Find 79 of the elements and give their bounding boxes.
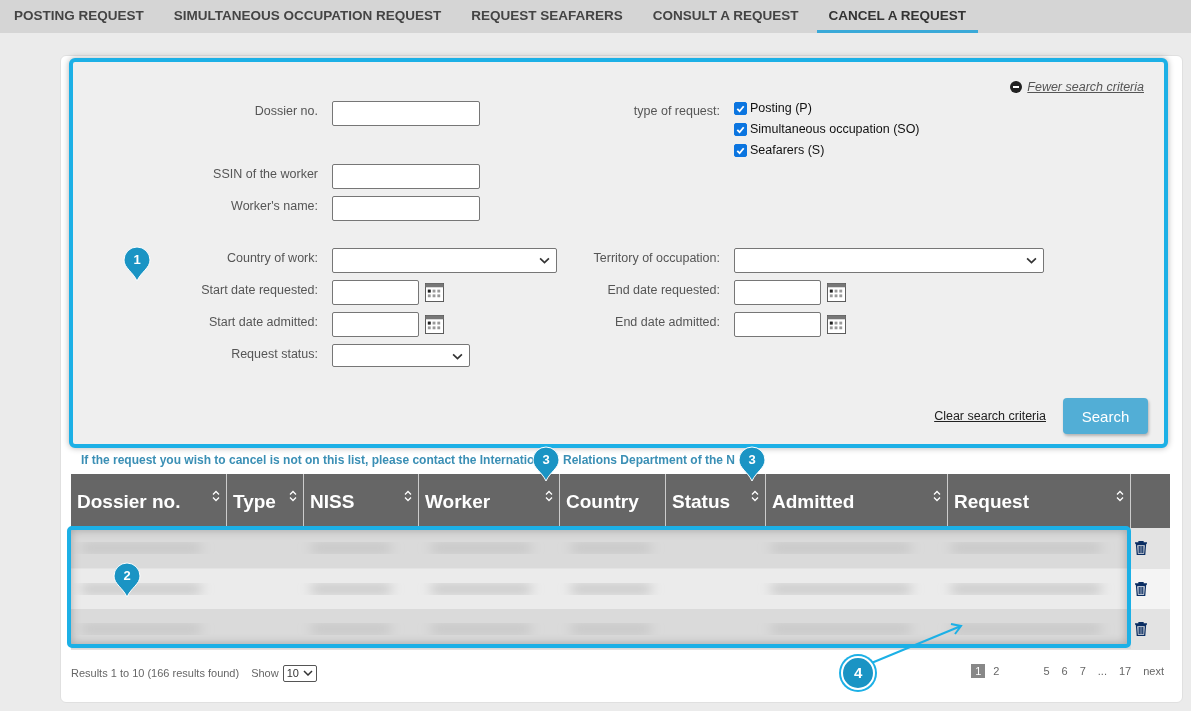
clear-criteria-link[interactable]: Clear search criteria [934, 409, 1046, 423]
field-label: type of request: [633, 103, 720, 118]
field-label: Worker's name: [231, 198, 318, 213]
sort-icon[interactable] [751, 490, 759, 502]
callout-pin: 2 [113, 562, 141, 598]
callout-pin: 3 [738, 446, 766, 482]
field-label: Start date requested: [201, 282, 318, 297]
dropdown[interactable] [332, 248, 557, 273]
sort-icon[interactable] [212, 490, 220, 502]
tab[interactable]: POSTING REQUEST [2, 0, 156, 33]
dropdown[interactable] [332, 344, 470, 367]
notice-text: Relations Department of the N [563, 453, 736, 469]
chevron-icon [302, 670, 313, 676]
callout-pin: 1 [123, 246, 151, 282]
checkbox[interactable] [734, 101, 747, 115]
chevron-icon [452, 353, 463, 360]
checkbox-label: Seafarers (S) [750, 143, 825, 157]
collapse-icon[interactable] [1010, 81, 1023, 93]
tab[interactable]: CANCEL A REQUEST [816, 0, 979, 33]
field-label: Territory of occupation: [593, 250, 720, 265]
field-label: Request status: [231, 346, 318, 361]
show-label: Show [251, 667, 279, 679]
column-header[interactable]: Status [672, 491, 731, 512]
column-header[interactable]: Type [233, 491, 276, 512]
column-header[interactable]: Country [566, 491, 639, 512]
results-count: Results 1 to 10 (166 results found) [71, 667, 240, 679]
column-header[interactable]: Worker [425, 491, 491, 512]
page-link[interactable]: 6 [1057, 663, 1072, 678]
field-label: End date requested: [607, 282, 720, 297]
date-field[interactable] [734, 312, 821, 337]
checkbox[interactable] [734, 122, 747, 136]
field-label: Start date admitted: [208, 314, 318, 329]
delete-icon[interactable] [1135, 581, 1147, 596]
checkbox[interactable] [734, 143, 747, 157]
callout-pin: 4 [841, 655, 876, 690]
page-link[interactable]: 1 [971, 663, 986, 678]
checkbox-label: Posting (P) [750, 101, 812, 115]
notice-text: If the request you wish to cancel is not on this list, please contact the Internatio [81, 453, 533, 469]
delete-icon[interactable] [1135, 541, 1147, 556]
calendar-icon[interactable] [827, 283, 846, 302]
field-label: Dossier no. [254, 103, 318, 118]
field-label: SSIN of the worker [213, 166, 318, 181]
delete-icon[interactable] [1135, 622, 1147, 637]
column-header[interactable]: Dossier no. [77, 491, 181, 512]
sort-icon[interactable] [1116, 490, 1124, 502]
tab[interactable]: CONSULT A REQUEST [640, 0, 811, 33]
field-label: Country of work: [227, 250, 318, 265]
tab[interactable]: REQUEST SEAFARERS [459, 0, 635, 33]
chevron-icon [1026, 257, 1037, 264]
tab[interactable]: SIMULTANEOUS OCCUPATION REQUEST [161, 0, 454, 33]
next-link[interactable]: next [1139, 663, 1168, 678]
sort-icon[interactable] [933, 490, 941, 502]
sort-icon[interactable] [404, 490, 412, 502]
input-field[interactable] [332, 196, 480, 221]
page-link[interactable]: 5 [1039, 663, 1054, 678]
column-header[interactable]: Admitted [772, 491, 855, 512]
checkbox-label: Simultaneous occupation (SO) [750, 122, 920, 136]
sort-icon[interactable] [289, 490, 297, 502]
page-size-dropdown[interactable]: 10 [282, 664, 317, 682]
fewer-criteria-link[interactable]: Fewer search criteria [1027, 80, 1144, 94]
page-link[interactable]: 7 [1075, 663, 1090, 678]
calendar-icon[interactable] [425, 315, 444, 334]
field-label: End date admitted: [615, 314, 720, 329]
input-field[interactable] [332, 164, 480, 189]
calendar-icon[interactable] [425, 283, 444, 302]
page-link[interactable]: 17 [1114, 663, 1136, 678]
sort-icon[interactable] [545, 490, 553, 502]
column-header[interactable]: NISS [310, 491, 355, 512]
page-ellipsis: ... [1096, 663, 1108, 678]
column-header[interactable]: Request [954, 491, 1029, 512]
chevron-icon [539, 257, 550, 264]
date-field[interactable] [332, 312, 419, 337]
dropdown[interactable] [734, 248, 1044, 273]
page-link[interactable]: 2 [989, 663, 1004, 678]
input-field[interactable] [332, 101, 480, 126]
date-field[interactable] [332, 280, 419, 305]
date-field[interactable] [734, 280, 821, 305]
calendar-icon[interactable] [827, 315, 846, 334]
callout-pin: 3 [532, 446, 560, 482]
